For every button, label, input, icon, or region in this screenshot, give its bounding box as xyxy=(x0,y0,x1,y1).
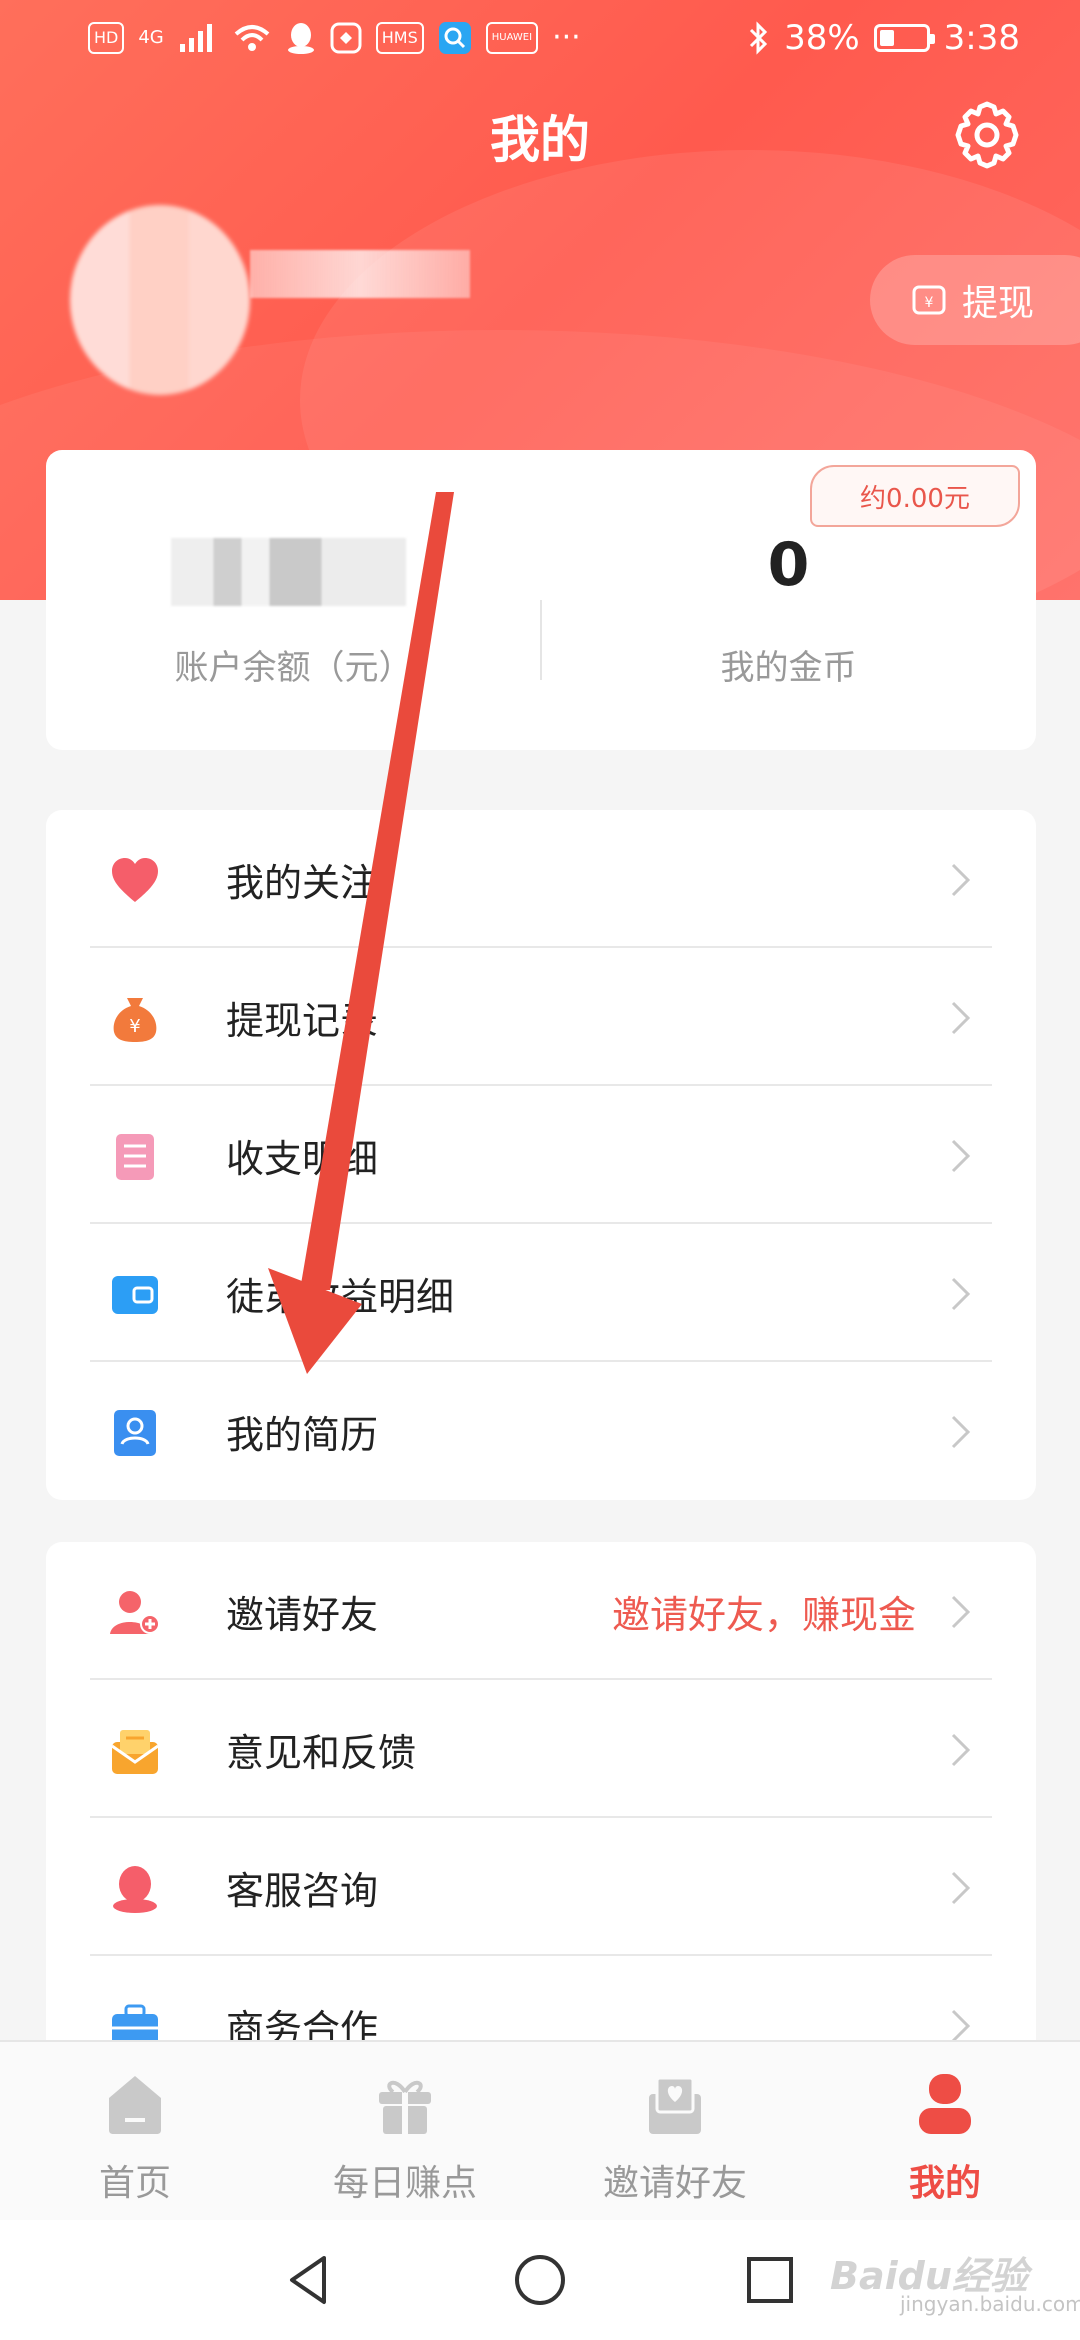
menu-item-feedback[interactable]: 意见和反馈 xyxy=(46,1680,1036,1818)
svg-text:¥: ¥ xyxy=(925,295,934,311)
withdraw-icon: ¥ xyxy=(912,285,946,315)
chevron-right-icon xyxy=(951,863,971,897)
menu-card-primary: 我的关注 ¥ 提现记录 收支明细 徒弟收益明细 我的简历 xyxy=(46,810,1036,1500)
home-icon xyxy=(109,2076,161,2134)
profile-icon xyxy=(919,2074,971,2134)
menu-item-label: 邀请好友 xyxy=(226,1593,379,1637)
menu-item-customer-service[interactable]: 客服咨询 xyxy=(46,1818,1036,1956)
tab-profile[interactable]: 我的 xyxy=(810,2042,1080,2222)
status-bar: HD 4G HMS HUAWEI ··· 38% 3:38 xyxy=(0,0,1080,80)
tab-invite-friends[interactable]: 邀请好友 xyxy=(540,2042,810,2222)
account-balance[interactable]: 账户余额（元） xyxy=(46,450,541,750)
heart-icon xyxy=(112,858,158,902)
chevron-right-icon xyxy=(951,1733,971,1767)
recents-icon[interactable] xyxy=(740,2250,800,2310)
menu-item-income-details[interactable]: 收支明细 xyxy=(46,1086,1036,1224)
status-icons-right: 38% 3:38 xyxy=(748,18,1020,58)
coins-label: 我的金币 xyxy=(720,648,857,688)
home-circle-icon[interactable] xyxy=(510,2250,570,2310)
chevron-right-icon xyxy=(951,1415,971,1449)
list-icon xyxy=(116,1134,154,1180)
svg-text:¥: ¥ xyxy=(129,1016,140,1037)
battery-icon xyxy=(873,24,935,52)
coins-estimate-badge: 约0.00元 xyxy=(810,465,1020,527)
menu-item-label: 提现记录 xyxy=(226,999,379,1043)
support-icon xyxy=(113,1866,157,1913)
tab-label: 每日赚点 xyxy=(332,2163,477,2204)
chevron-right-icon xyxy=(951,1139,971,1173)
balance-value-redacted xyxy=(171,538,406,606)
menu-item-label: 徒弟收益明细 xyxy=(226,1275,455,1319)
add-user-icon xyxy=(110,1591,160,1634)
bottom-tab-bar: 首页 每日赚点 邀请好友 我的 xyxy=(0,2040,1080,2220)
more-dots-icon: ··· xyxy=(552,20,581,55)
menu-item-invite-friends[interactable]: 邀请好友 邀请好友，赚现金 xyxy=(46,1542,1036,1680)
signal-4g-badge: 4G xyxy=(138,27,164,48)
invite-promo-text: 邀请好友，赚现金 xyxy=(611,1593,916,1637)
bluetooth-icon xyxy=(750,21,768,55)
tab-daily-earn[interactable]: 每日赚点 xyxy=(270,2042,540,2222)
hd-badge: HD xyxy=(88,21,125,54)
battery-fill xyxy=(879,30,894,46)
menu-item-following[interactable]: 我的关注 xyxy=(46,810,1036,948)
menu-item-withdraw-records[interactable]: ¥ 提现记录 xyxy=(46,948,1036,1086)
avatar[interactable] xyxy=(70,205,250,395)
chevron-right-icon xyxy=(951,1595,971,1629)
resume-icon xyxy=(114,1410,156,1456)
menu-item-label: 我的关注 xyxy=(226,861,379,905)
tab-home[interactable]: 首页 xyxy=(0,2042,270,2222)
account-balance-label: 账户余额（元） xyxy=(174,648,413,688)
withdraw-label: 提现 xyxy=(962,283,1035,324)
signal-icon xyxy=(179,23,212,52)
menu-item-apprentice-earnings[interactable]: 徒弟收益明细 xyxy=(46,1224,1036,1362)
menu-card-secondary: 邀请好友 邀请好友，赚现金 意见和反馈 客服咨询 商务合作 xyxy=(46,1542,1036,2062)
menu-item-label: 意见和反馈 xyxy=(226,1731,417,1775)
back-icon[interactable] xyxy=(280,2250,340,2310)
gift-icon xyxy=(379,2080,431,2134)
app-icon xyxy=(330,22,362,53)
menu-item-label: 客服咨询 xyxy=(226,1869,379,1913)
wifi-icon xyxy=(234,24,270,51)
coins-value: 0 xyxy=(767,530,810,600)
chevron-right-icon xyxy=(951,1001,971,1035)
battery-percent: 38% xyxy=(784,18,860,58)
chevron-right-icon xyxy=(951,2009,971,2043)
wallet-icon xyxy=(112,1276,158,1314)
mail-icon xyxy=(111,1730,159,1774)
username-redacted xyxy=(250,250,470,298)
page-title: 我的 xyxy=(490,111,590,169)
settings-gear-icon[interactable] xyxy=(950,98,1024,172)
qq-icon xyxy=(287,22,314,54)
chevron-right-icon xyxy=(951,1277,971,1311)
huawei-badge: HUAWEI xyxy=(485,21,539,54)
chevron-right-icon xyxy=(951,1871,971,1905)
tab-label: 我的 xyxy=(908,2163,981,2204)
menu-item-my-resume[interactable]: 我的简历 xyxy=(46,1362,1036,1500)
search-app-icon xyxy=(438,21,471,54)
menu-item-label: 收支明细 xyxy=(226,1137,379,1181)
money-bag-icon: ¥ xyxy=(113,998,157,1042)
clock-time: 3:38 xyxy=(943,18,1020,58)
hms-badge: HMS xyxy=(375,21,424,54)
status-icons-left: HD 4G HMS HUAWEI ··· xyxy=(88,20,581,55)
invite-icon xyxy=(649,2076,701,2134)
tab-label: 首页 xyxy=(98,2163,171,2204)
watermark-url: jingyan.baidu.com xyxy=(900,2292,1080,2316)
withdraw-button[interactable]: ¥ 提现 xyxy=(870,255,1080,345)
menu-item-label: 我的简历 xyxy=(226,1413,379,1457)
tab-label: 邀请好友 xyxy=(602,2163,747,2204)
